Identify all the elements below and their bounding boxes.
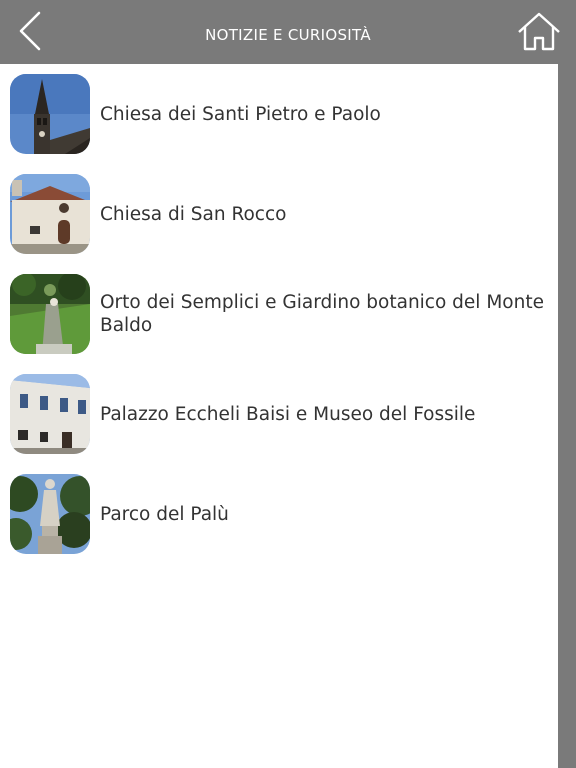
list-item-label: Palazzo Eccheli Baisi e Museo del Fossil…	[100, 403, 476, 425]
news-list[interactable]: Chiesa dei Santi Pietro e Paolo Chiesa d…	[0, 64, 558, 768]
home-icon	[517, 11, 561, 55]
thumbnail-image	[10, 174, 90, 254]
list-item[interactable]: Palazzo Eccheli Baisi e Museo del Fossil…	[0, 364, 558, 464]
top-bar: NOTIZIE E CURIOSITÀ	[0, 0, 576, 64]
scrollbar[interactable]	[558, 64, 576, 768]
home-button[interactable]	[516, 10, 562, 56]
list-item-label: Chiesa di San Rocco	[100, 203, 287, 225]
list-item[interactable]: Orto dei Semplici e Giardino botanico de…	[0, 264, 558, 364]
thumbnail-image	[10, 474, 90, 554]
list-item[interactable]: Chiesa di San Rocco	[0, 164, 558, 264]
list-item-label: Orto dei Semplici e Giardino botanico de…	[100, 292, 544, 336]
list-item[interactable]: Parco del Palù	[0, 464, 558, 564]
thumbnail-image	[10, 374, 90, 454]
list-item-label: Chiesa dei Santi Pietro e Paolo	[100, 103, 381, 125]
thumbnail-image	[10, 274, 90, 354]
list-item-label: Parco del Palù	[100, 503, 229, 525]
page-title: NOTIZIE E CURIOSITÀ	[205, 26, 371, 44]
thumbnail-image	[10, 74, 90, 154]
list-item[interactable]: Chiesa dei Santi Pietro e Paolo	[0, 64, 558, 164]
